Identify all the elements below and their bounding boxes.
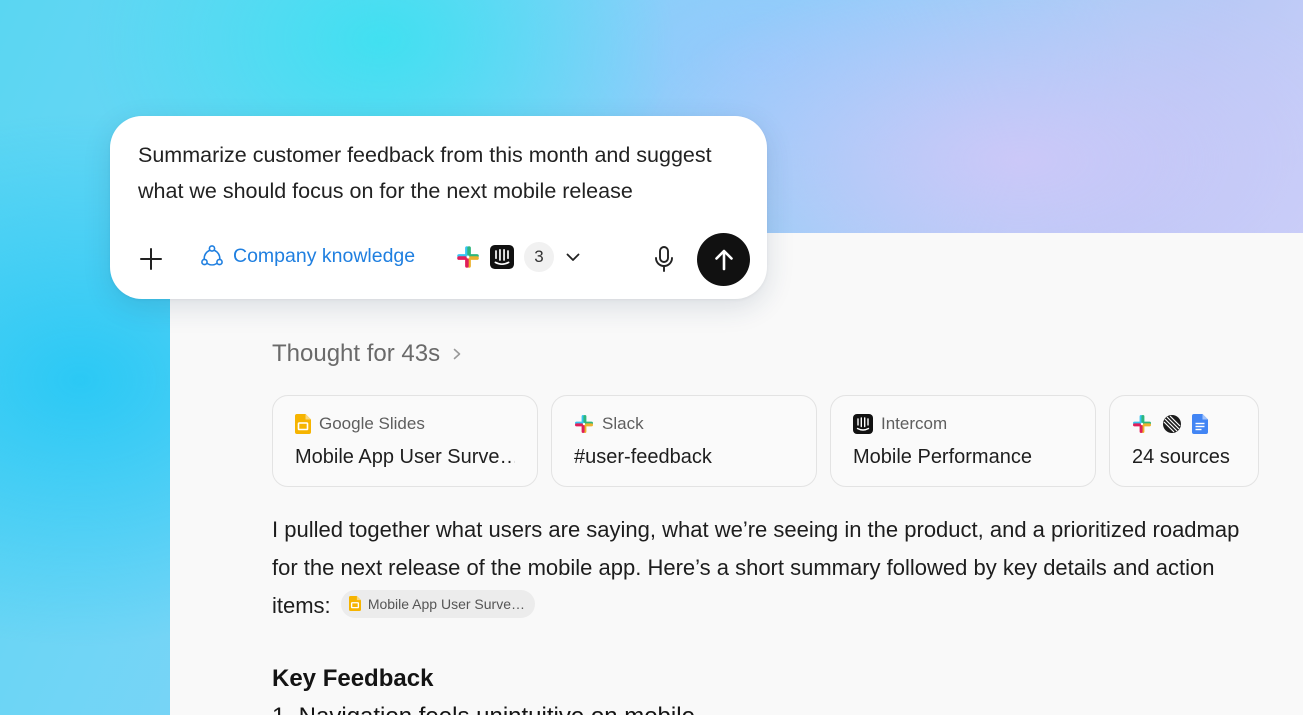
send-button[interactable]	[697, 233, 750, 286]
slack-icon	[575, 415, 593, 433]
prompt-input[interactable]: Summarize customer feedback from this mo…	[138, 137, 748, 209]
source-title: #user-feedback	[574, 446, 712, 468]
source-app-name: Google Slides	[319, 414, 425, 433]
list-item-partial: 1. Navigation feels unintuitive on mobil…	[272, 703, 695, 715]
google-slides-icon	[295, 414, 311, 434]
company-knowledge-icon	[201, 245, 223, 266]
connectors-dropdown[interactable]: 3	[456, 242, 582, 272]
microphone-icon[interactable]	[652, 245, 676, 273]
citation-chip-label: Mobile App User Surve…	[367, 595, 525, 612]
source-cards: Google Slides Mobile App User Surve… Sla…	[272, 395, 1259, 487]
arrow-up-icon	[714, 249, 733, 270]
source-app-name: Intercom	[881, 414, 948, 433]
google-docs-icon	[1192, 414, 1208, 434]
source-count: 24 sources	[1132, 446, 1230, 468]
source-app-name: Slack	[602, 414, 644, 433]
source-card-intercom[interactable]: Intercom Mobile Performance	[830, 395, 1096, 487]
linear-icon	[1163, 415, 1181, 433]
answer-body: I pulled together what users are saying,…	[272, 511, 1262, 625]
google-slides-icon	[348, 596, 361, 611]
connector-count-badge: 3	[524, 242, 554, 272]
answer-panel: Thought for 43s Google Slides Mobile App…	[170, 233, 1303, 715]
composer-toolbar: Company knowledge 3	[110, 232, 767, 286]
company-knowledge-button[interactable]: Company knowledge	[200, 244, 415, 268]
section-heading: Key Feedback	[272, 665, 434, 692]
citation-chip[interactable]: Mobile App User Surve…	[340, 589, 535, 618]
source-card-more[interactable]: 24 sources	[1109, 395, 1259, 487]
thought-label: Thought for 43s	[272, 340, 441, 367]
company-knowledge-label: Company knowledge	[233, 244, 416, 267]
chevron-right-icon	[453, 348, 461, 360]
slack-icon	[457, 246, 479, 268]
intercom-icon	[853, 414, 873, 434]
plus-icon[interactable]	[138, 246, 164, 272]
intercom-icon	[490, 245, 514, 269]
prompt-composer: Summarize customer feedback from this mo…	[110, 116, 767, 299]
thought-toggle[interactable]: Thought for 43s	[272, 340, 464, 368]
slack-icon	[1133, 415, 1151, 433]
chevron-down-icon	[566, 253, 580, 261]
source-card-slack[interactable]: Slack #user-feedback	[551, 395, 817, 487]
source-card-google-slides[interactable]: Google Slides Mobile App User Surve…	[272, 395, 538, 487]
source-title: Mobile Performance	[853, 446, 1032, 468]
source-title: Mobile App User Surve…	[295, 446, 515, 468]
